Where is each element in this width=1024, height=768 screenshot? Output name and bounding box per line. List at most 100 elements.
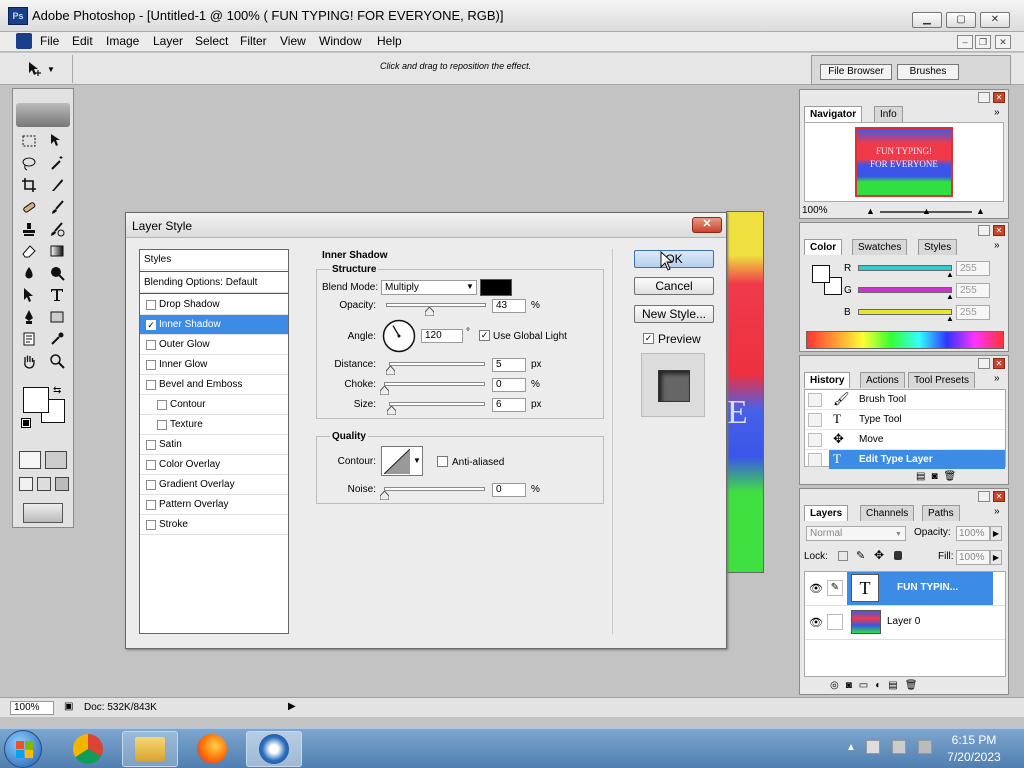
panel-close-button[interactable]: ✕ [993, 92, 1005, 103]
file-browser-tab[interactable]: File Browser [820, 64, 892, 80]
healing-brush-tool[interactable] [17, 197, 41, 217]
tab-channels[interactable]: Channels [860, 505, 915, 521]
style-item-stroke[interactable]: Stroke [140, 515, 288, 535]
move-tool[interactable] [45, 131, 69, 151]
style-checkbox[interactable] [146, 500, 156, 510]
style-item-inner-glow[interactable]: Inner Glow [140, 355, 288, 375]
chevron-right-icon[interactable]: ▶ [990, 526, 1002, 541]
start-button[interactable] [4, 730, 42, 768]
menu-layer[interactable]: Layer [153, 34, 183, 48]
document-canvas[interactable]: E [726, 211, 764, 573]
shadow-color-swatch[interactable] [480, 279, 512, 296]
slice-tool[interactable] [45, 175, 69, 195]
blur-tool[interactable] [17, 263, 41, 283]
tab-navigator[interactable]: Navigator [804, 106, 863, 122]
color-ramp[interactable] [806, 331, 1004, 349]
new-style-button[interactable]: New Style... [634, 305, 714, 323]
styles-header[interactable]: Styles [140, 250, 288, 270]
layer-body[interactable]: T FUN TYPIN... [847, 572, 993, 605]
tab-color[interactable]: Color [804, 239, 843, 255]
history-snapshot-source[interactable] [808, 433, 822, 447]
history-item-body[interactable]: 🖌 Brush Tool [829, 390, 1005, 409]
default-colors-icon[interactable] [21, 418, 31, 428]
lasso-tool[interactable] [17, 153, 41, 173]
marquee-tool[interactable] [17, 131, 41, 151]
style-checkbox[interactable] [146, 480, 156, 490]
gradient-tool[interactable] [45, 241, 69, 261]
style-checkbox[interactable] [146, 340, 156, 350]
quick-mask-button[interactable] [45, 451, 67, 469]
color-foreground-swatch[interactable] [812, 265, 830, 283]
size-slider-thumb[interactable] [386, 406, 396, 415]
style-item-drop-shadow[interactable]: Drop Shadow [140, 295, 288, 315]
layer-row[interactable]: 👁 ✎ T FUN TYPIN... [805, 572, 1005, 606]
title-bar[interactable]: Ps Adobe Photoshop - [Untitled-1 @ 100% … [0, 0, 1024, 32]
history-item[interactable]: T Edit Type Layer [805, 450, 1005, 470]
path-selection-tool[interactable] [17, 285, 41, 305]
panel-minimize-button[interactable] [978, 92, 990, 103]
blending-options-item[interactable]: Blending Options: Default [140, 273, 288, 293]
blend-mode-select[interactable]: Multiply ▼ [381, 280, 477, 295]
style-checkbox[interactable] [146, 460, 156, 470]
style-checkbox[interactable] [157, 420, 167, 430]
style-item-inner-shadow[interactable]: ✓ Inner Shadow [140, 315, 288, 335]
magic-wand-tool[interactable] [45, 153, 69, 173]
choke-slider-thumb[interactable] [379, 386, 389, 395]
panel-menu-icon[interactable]: » [994, 107, 1000, 118]
size-input[interactable]: 6 [492, 398, 526, 412]
eraser-tool[interactable] [17, 241, 41, 261]
adobe-online-icon[interactable] [16, 103, 70, 127]
anti-aliased-checkbox[interactable] [437, 456, 448, 467]
ok-button[interactable]: OK [634, 250, 714, 268]
history-snapshot-source[interactable] [808, 453, 822, 467]
tab-info[interactable]: Info [874, 106, 903, 122]
tray-arrow-icon[interactable]: ▲ [846, 742, 856, 753]
tab-paths[interactable]: Paths [922, 505, 960, 521]
panel-menu-icon[interactable]: » [994, 506, 1000, 517]
contour-picker[interactable]: ▼ [381, 446, 423, 476]
dialog-title-bar[interactable]: Layer Style ✕ [126, 213, 726, 238]
taskbar-photoshop[interactable] [246, 731, 302, 767]
panel-close-button[interactable]: ✕ [993, 358, 1005, 369]
tab-actions[interactable]: Actions [860, 372, 905, 388]
zoom-out-icon[interactable]: ▲ [866, 206, 875, 216]
clone-stamp-tool[interactable] [17, 219, 41, 239]
status-icon[interactable]: ▣ [64, 701, 73, 712]
channel-slider[interactable] [858, 287, 952, 293]
menu-window[interactable]: Window [319, 34, 362, 48]
history-brush-tool[interactable] [45, 219, 69, 239]
maximize-button[interactable]: ▢ [946, 12, 976, 28]
tab-history[interactable]: History [804, 372, 851, 388]
choke-input[interactable]: 0 [492, 378, 526, 392]
navigator-thumbnail[interactable]: FUN TYPING! FOR EVERYONE [855, 127, 953, 197]
brushes-tab[interactable]: Brushes [897, 64, 959, 80]
lock-transparency-icon[interactable] [838, 551, 848, 561]
link-toggle[interactable] [827, 614, 843, 630]
screen-mode-standard[interactable] [19, 477, 33, 491]
dialog-close-button[interactable]: ✕ [692, 217, 722, 233]
lock-move-icon[interactable]: ✥ [874, 548, 884, 562]
screen-mode-full[interactable] [55, 477, 69, 491]
style-checkbox[interactable] [146, 440, 156, 450]
channel-slider-thumb[interactable]: ▲ [946, 314, 954, 323]
tray-date[interactable]: 7/20/2023 [944, 750, 1004, 764]
zoom-tool[interactable] [45, 351, 69, 371]
angle-dial[interactable] [382, 319, 416, 353]
menu-file[interactable]: File [40, 34, 59, 48]
eye-icon[interactable]: 👁 [809, 616, 823, 629]
channel-value-input[interactable]: 255 [956, 305, 990, 320]
style-item-satin[interactable]: Satin [140, 435, 288, 455]
pen-tool[interactable] [17, 307, 41, 327]
style-item-texture[interactable]: Texture [140, 415, 288, 435]
chevron-right-icon[interactable]: ▶ [990, 550, 1002, 565]
channel-slider-thumb[interactable]: ▲ [946, 292, 954, 301]
style-item-gradient-overlay[interactable]: Gradient Overlay [140, 475, 288, 495]
taskbar-explorer[interactable] [122, 731, 178, 767]
tab-layers[interactable]: Layers [804, 505, 849, 521]
style-checkbox[interactable] [146, 380, 156, 390]
lock-brush-icon[interactable]: ✎ [856, 549, 865, 562]
style-checkbox[interactable] [146, 360, 156, 370]
history-item[interactable]: T Type Tool [805, 410, 1005, 430]
history-item-body[interactable]: T Edit Type Layer [829, 450, 1005, 469]
volume-icon[interactable] [918, 740, 932, 754]
